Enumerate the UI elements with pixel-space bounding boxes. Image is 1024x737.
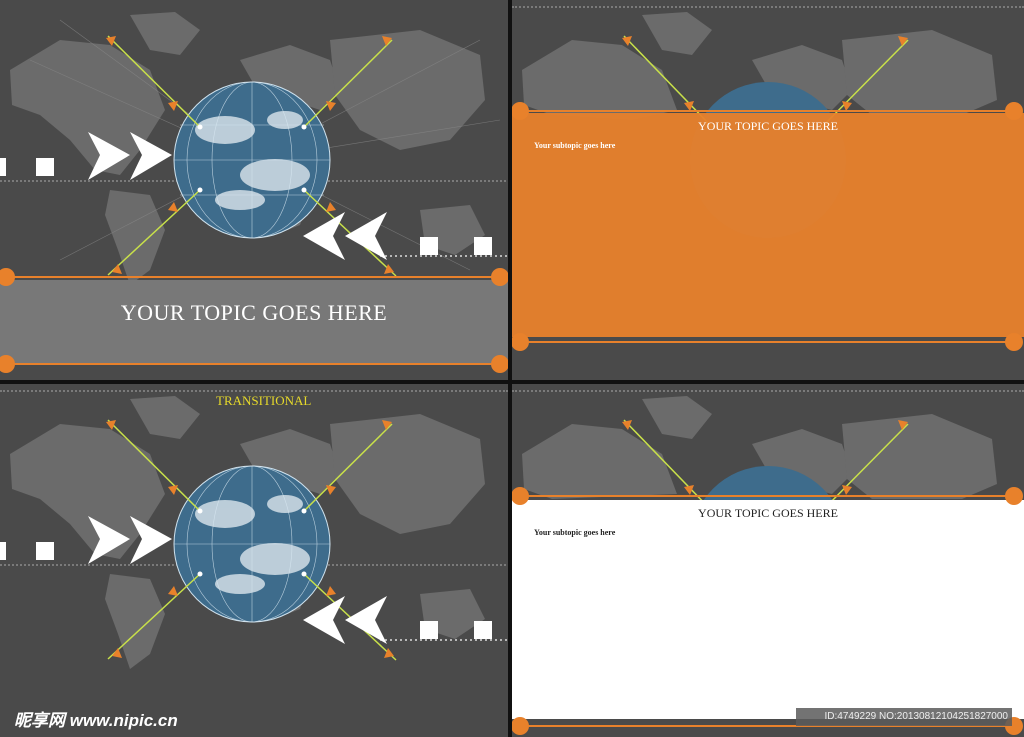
slide-subtopic-orange[interactable]: YOUR TOPIC GOES HERE Your subtopic goes … bbox=[512, 0, 1024, 380]
slide-title[interactable]: YOUR TOPIC GOES HERE bbox=[0, 0, 508, 380]
orange-frame-lines bbox=[512, 102, 1023, 351]
orange-frame-lines bbox=[512, 487, 1023, 735]
slide-title: TRANSITIONAL bbox=[216, 393, 312, 408]
image-id-label: ID:4749229 NO:20130812104251827000 bbox=[796, 708, 1012, 726]
slide-transitional[interactable]: TRANSITIONAL bbox=[0, 384, 508, 737]
slide-subtopic-white[interactable]: YOUR TOPIC GOES HERE Your subtopic goes … bbox=[512, 384, 1024, 737]
slide-topic-title: YOUR TOPIC GOES HERE bbox=[698, 506, 838, 520]
slide-subtopic: Your subtopic goes here bbox=[534, 528, 616, 537]
site-watermark: 昵享网 www.nipic.cn bbox=[14, 711, 178, 730]
slide-topic-title: YOUR TOPIC GOES HERE bbox=[698, 119, 838, 133]
world-map-globe-graphic bbox=[0, 396, 508, 669]
slide-subtopic: Your subtopic goes here bbox=[534, 141, 616, 150]
slide-topic-title: YOUR TOPIC GOES HERE bbox=[120, 300, 388, 325]
